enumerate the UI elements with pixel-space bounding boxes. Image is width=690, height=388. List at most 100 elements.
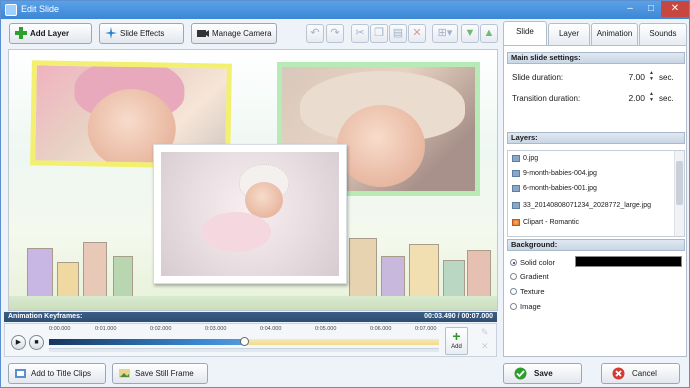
plus-icon: + bbox=[452, 328, 461, 344]
cancel-icon bbox=[612, 367, 625, 380]
minimize-button[interactable]: – bbox=[619, 1, 641, 17]
tab-animation[interactable]: Animation bbox=[591, 23, 638, 45]
camera-icon bbox=[197, 30, 209, 37]
radio-image[interactable]: Image bbox=[510, 302, 541, 312]
move-down-button[interactable]: ▼ bbox=[461, 24, 479, 43]
radio-texture[interactable]: Texture bbox=[510, 287, 545, 297]
image-icon bbox=[119, 369, 130, 378]
image-file-icon bbox=[512, 202, 520, 209]
layer-name: 9-month-babies-004.jpg bbox=[523, 170, 597, 177]
main-settings-heading: Main slide settings: bbox=[507, 52, 685, 64]
play-button[interactable]: ▶ bbox=[11, 335, 26, 350]
check-icon bbox=[514, 367, 527, 380]
save-button[interactable]: Save bbox=[503, 363, 582, 384]
background-color-swatch[interactable] bbox=[575, 256, 682, 267]
add-keyframe-button[interactable]: + Add bbox=[445, 327, 468, 355]
tab-slide[interactable]: Slide bbox=[503, 21, 547, 45]
house-shape bbox=[349, 238, 377, 300]
copy-button[interactable]: ❐ bbox=[370, 24, 388, 43]
title-clip-icon bbox=[15, 369, 26, 378]
edit-slide-window: Edit Slide – □ ✕ Add Layer Slide Effects… bbox=[0, 0, 690, 388]
cut-button[interactable]: ✂ bbox=[351, 24, 369, 43]
slide-duration-spinner[interactable]: ▲ ▼ bbox=[649, 70, 656, 84]
list-item[interactable]: 0.jpg bbox=[512, 153, 538, 165]
align-dropdown[interactable]: ⊞▾ bbox=[432, 24, 458, 43]
manage-camera-button[interactable]: Manage Camera bbox=[191, 23, 277, 44]
maximize-button[interactable]: □ bbox=[641, 1, 661, 17]
transition-duration-spinner[interactable]: ▲ ▼ bbox=[649, 91, 656, 105]
slide-duration-label: Slide duration: bbox=[512, 73, 564, 82]
delete-button[interactable]: ✕ bbox=[408, 24, 426, 43]
move-down-icon: ▼ bbox=[464, 27, 476, 39]
add-to-title-clips-button[interactable]: Add to Title Clips bbox=[8, 363, 106, 384]
save-still-frame-button[interactable]: Save Still Frame bbox=[112, 363, 208, 384]
ruler-tick: 0:01.000 bbox=[95, 326, 117, 332]
slide-preview[interactable] bbox=[8, 49, 498, 311]
slide-effects-button[interactable]: Slide Effects bbox=[99, 23, 184, 44]
add-to-title-clips-label: Add to Title Clips bbox=[31, 369, 92, 378]
keyframes-label: Animation Keyframes: bbox=[8, 313, 83, 320]
align-icon: ⊞▾ bbox=[437, 27, 453, 39]
cancel-label: Cancel bbox=[632, 369, 657, 378]
house-shape bbox=[409, 244, 439, 300]
move-up-icon: ▲ bbox=[483, 27, 495, 39]
edit-keyframe-icon[interactable]: ✎ bbox=[481, 327, 489, 338]
house-shape bbox=[83, 242, 107, 300]
tab-layer[interactable]: Layer bbox=[548, 23, 590, 45]
stop-button[interactable]: ■ bbox=[29, 335, 44, 350]
add-keyframe-label: Add bbox=[451, 344, 462, 350]
slide-effects-label: Slide Effects bbox=[120, 29, 165, 38]
slide-duration-input[interactable]: 7.00 bbox=[615, 70, 647, 84]
photo-layer-3[interactable] bbox=[153, 144, 347, 284]
list-item[interactable]: 6-month-babies-001.jpg bbox=[512, 183, 597, 195]
ruler-tick: 0:02.000 bbox=[150, 326, 172, 332]
list-item[interactable]: 33_20140808071234_2028772_large.jpg bbox=[512, 200, 651, 212]
layers-scrollbar[interactable] bbox=[674, 151, 684, 236]
layer-name: 6-month-babies-001.jpg bbox=[523, 185, 597, 192]
ruler-tick: 0:03.000 bbox=[205, 326, 227, 332]
tab-sounds[interactable]: Sounds bbox=[639, 23, 687, 45]
timeline: ▶ ■ 0:00.000 0:01.000 0:02.000 0:03.000 … bbox=[4, 323, 497, 357]
layers-list[interactable]: 0.jpg 9-month-babies-004.jpg 6-month-bab… bbox=[507, 150, 685, 237]
layer-name: 0.jpg bbox=[523, 155, 539, 162]
house-shape bbox=[113, 256, 133, 300]
keyframe-segment bbox=[245, 339, 439, 345]
list-item[interactable]: Clipart - Romantic bbox=[512, 217, 579, 229]
radio-button[interactable] bbox=[510, 259, 517, 266]
app-icon bbox=[5, 4, 17, 16]
slide-duration-unit: sec. bbox=[659, 73, 674, 82]
delete-icon: ✕ bbox=[412, 27, 422, 39]
scroll-thumb[interactable] bbox=[676, 161, 683, 205]
playhead-handle[interactable] bbox=[239, 337, 249, 346]
undo-icon: ↶ bbox=[310, 27, 320, 39]
radio-button[interactable] bbox=[510, 273, 517, 280]
radio-label: Texture bbox=[520, 287, 545, 296]
toolbar: Add Layer Slide Effects Manage Camera ↶ … bbox=[4, 20, 498, 48]
house-shape bbox=[443, 260, 465, 300]
radio-label: Image bbox=[520, 302, 541, 311]
close-button[interactable]: ✕ bbox=[661, 1, 689, 17]
transition-duration-input[interactable]: 2.00 bbox=[615, 91, 647, 105]
add-layer-button[interactable]: Add Layer bbox=[9, 23, 92, 44]
add-layer-label: Add Layer bbox=[30, 29, 70, 38]
clipart-icon bbox=[512, 219, 520, 226]
redo-button[interactable]: ↷ bbox=[326, 24, 344, 43]
undo-button[interactable]: ↶ bbox=[306, 24, 324, 43]
photo-inner bbox=[161, 152, 339, 276]
cancel-button[interactable]: Cancel bbox=[601, 363, 680, 384]
manage-camera-label: Manage Camera bbox=[212, 29, 272, 38]
sparkle-icon bbox=[105, 27, 117, 39]
paste-button[interactable]: ▤ bbox=[389, 24, 407, 43]
move-up-button[interactable]: ▲ bbox=[480, 24, 498, 43]
slide-settings: Main slide settings: Slide duration: 7.0… bbox=[503, 45, 687, 357]
ruler-tick: 0:06.000 bbox=[370, 326, 392, 332]
radio-button[interactable] bbox=[510, 303, 517, 310]
layers-heading: Layers: bbox=[507, 132, 685, 144]
radio-label: Solid color bbox=[520, 258, 556, 267]
radio-button[interactable] bbox=[510, 288, 517, 295]
radio-solid-color[interactable]: Solid color bbox=[510, 258, 555, 268]
delete-keyframe-icon[interactable]: ✕ bbox=[481, 341, 489, 352]
list-item[interactable]: 9-month-babies-004.jpg bbox=[512, 168, 597, 180]
radio-gradient[interactable]: Gradient bbox=[510, 272, 549, 282]
paste-icon: ▤ bbox=[392, 27, 404, 39]
